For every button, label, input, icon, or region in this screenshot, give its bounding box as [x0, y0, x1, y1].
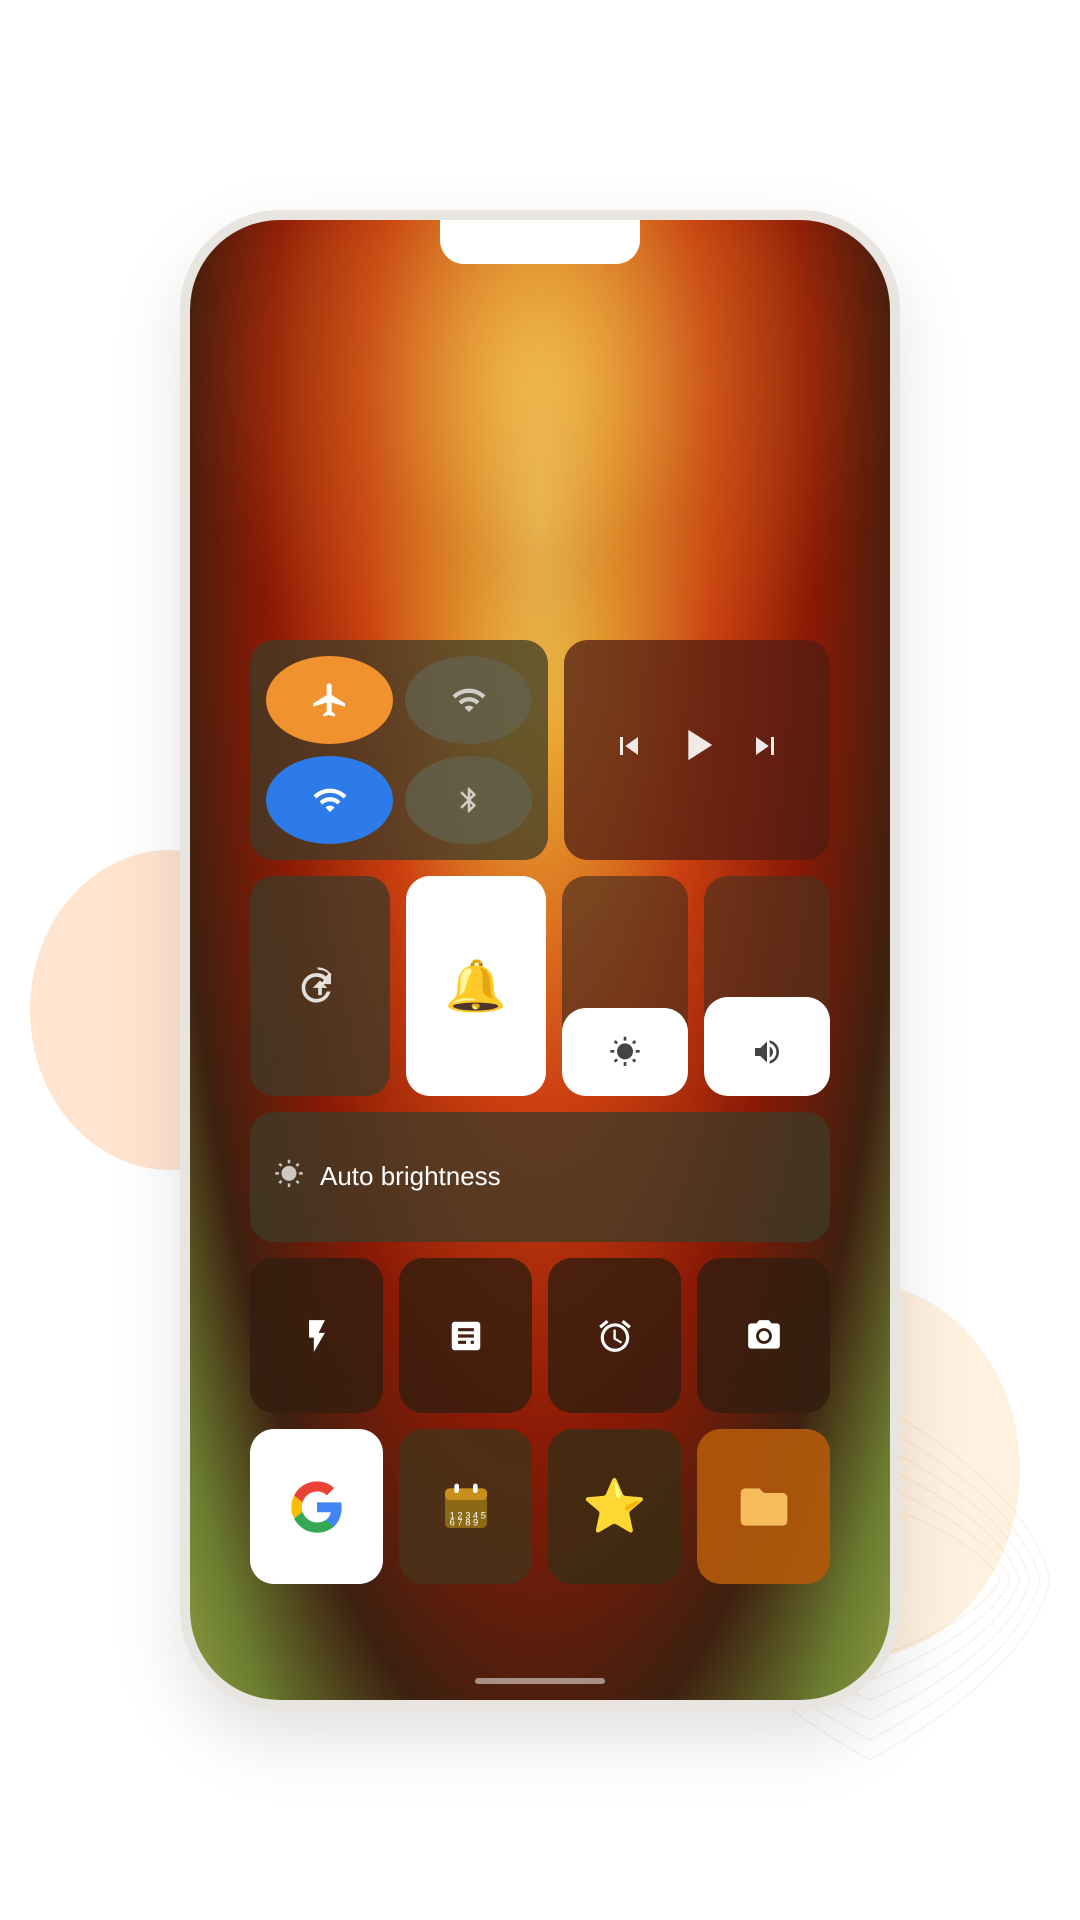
superstar-app-button[interactable]: ⭐ [548, 1429, 681, 1584]
row-lock-bell-sliders: 🔔 [250, 876, 830, 1096]
row-connectivity-media [250, 640, 830, 860]
row-apps: 1 2 3 4 5 6 7 8 9 ⭐ [250, 1429, 830, 1584]
google-app-button[interactable] [250, 1429, 383, 1584]
airplane-mode-button[interactable] [266, 656, 393, 744]
phone-screen: 🔔 [190, 220, 890, 1700]
auto-brightness-button[interactable]: Auto brightness [250, 1112, 830, 1242]
media-play-button[interactable] [671, 719, 723, 782]
brightness-slider[interactable] [562, 876, 688, 1096]
phone-frame: 🔔 [190, 220, 890, 1700]
volume-slider[interactable] [704, 876, 830, 1096]
connectivity-block[interactable] [250, 640, 548, 860]
camera-button[interactable] [697, 1258, 830, 1413]
media-forward-button[interactable] [747, 728, 783, 773]
volume-icon [751, 1036, 783, 1096]
screen-rotation-lock-button[interactable] [250, 876, 390, 1096]
cellular-button[interactable] [405, 656, 532, 744]
files-app-button[interactable] [697, 1429, 830, 1584]
sun-icon [274, 1159, 304, 1196]
auto-brightness-label: Auto brightness [320, 1161, 501, 1192]
phone-notch [440, 220, 640, 264]
control-center: 🔔 [250, 640, 830, 1620]
calculator-button[interactable] [399, 1258, 532, 1413]
wifi-button[interactable] [266, 756, 393, 844]
home-indicator [475, 1678, 605, 1684]
brightness-icon [609, 1036, 641, 1096]
notes-app-button[interactable]: 1 2 3 4 5 6 7 8 9 [399, 1429, 532, 1584]
row-tools [250, 1258, 830, 1413]
svg-text:6 7 8 9: 6 7 8 9 [449, 1517, 478, 1527]
media-rewind-button[interactable] [611, 728, 647, 773]
alarm-button[interactable] [548, 1258, 681, 1413]
bluetooth-button[interactable] [405, 756, 532, 844]
flashlight-button[interactable] [250, 1258, 383, 1413]
notification-bell-button[interactable]: 🔔 [406, 876, 546, 1096]
row-auto-brightness: Auto brightness [250, 1112, 830, 1242]
media-player-block[interactable] [564, 640, 830, 860]
